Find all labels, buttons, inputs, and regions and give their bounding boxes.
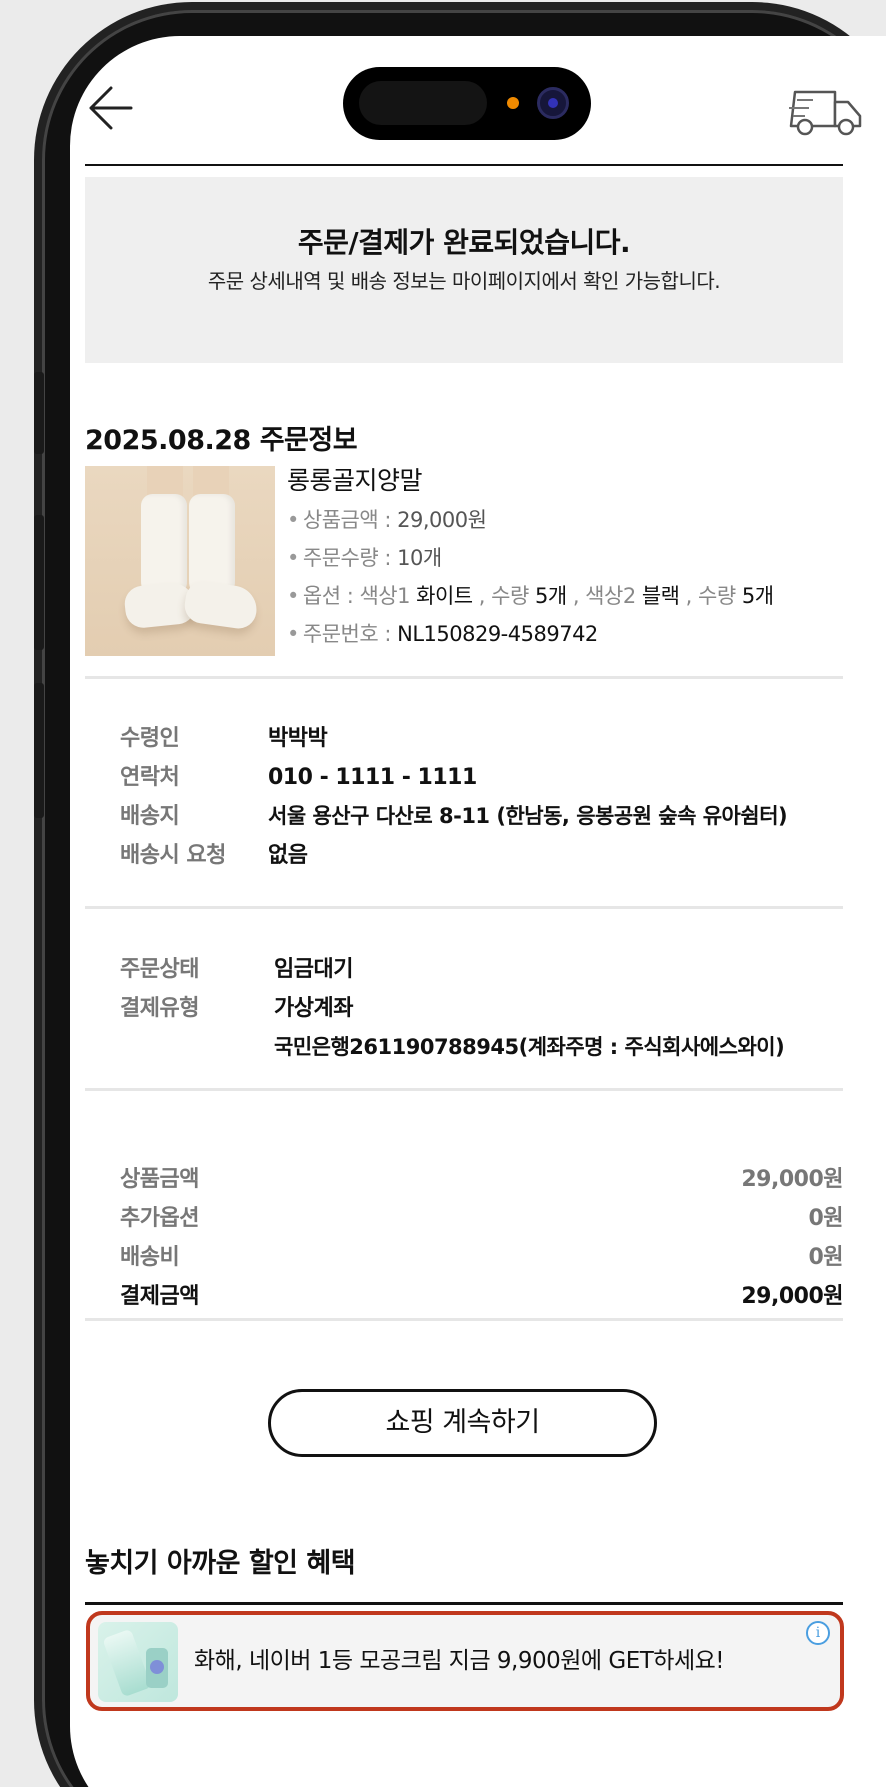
notice-title: 주문/결제가 완료되었습니다.	[297, 226, 631, 259]
order-number-line: • 주문번호 : NL150829-4589742	[287, 622, 598, 646]
phone-side-button-silent	[34, 372, 44, 454]
divider	[85, 676, 843, 679]
ad-product-thumbnail	[98, 1622, 178, 1702]
divider	[85, 1318, 843, 1321]
delivery-truck-icon	[789, 90, 862, 136]
benefit-section-title: 놓치기 아까운 할인 혜택	[85, 1548, 356, 1579]
product-image	[85, 466, 275, 656]
ad-banner[interactable]: 화해, 네이버 1등 모공크림 지금 9,900원에 GET하세요! i	[86, 1611, 844, 1711]
delivery-request-row: 배송시 요청 없음	[120, 843, 308, 868]
payment-type-row: 결제유형 가상계좌	[120, 996, 353, 1021]
back-arrow-icon	[89, 86, 133, 130]
order-number-value: NL150829-4589742	[397, 622, 598, 646]
divider	[85, 906, 843, 909]
order-info-heading: 2025.08.28 주문정보	[85, 425, 358, 456]
bank-account-row: 국민은행261190788945(계좌주명 : 주식회사에스와이)	[120, 1028, 785, 1067]
back-button[interactable]	[85, 76, 155, 146]
order-quantity-value: 10개	[397, 546, 442, 570]
notice-subtitle: 주문 상세내역 및 배송 정보는 마이페이지에서 확인 가능합니다.	[207, 269, 721, 293]
ad-info-icon[interactable]: i	[806, 1621, 830, 1645]
phone-screen: 주문/결제가 완료되었습니다. 주문 상세내역 및 배송 정보는 마이페이지에서…	[70, 36, 886, 1787]
order-status-row: 주문상태 임금대기	[120, 957, 353, 982]
product-price-line: • 상품금액 : 29,000원	[287, 508, 487, 532]
top-bar	[85, 76, 865, 162]
delivery-truck-button[interactable]	[785, 76, 865, 146]
order-quantity-line: • 주문수량 : 10개	[287, 546, 442, 570]
recipient-address-row: 배송지 서울 용산구 다산로 8-11 (한남동, 응봉공원 숲속 유아쉼터)	[120, 804, 788, 829]
product-info: 롱롱골지양말 • 상품금액 : 29,000원 • 주문수량 : 10개 • 옵션 :…	[287, 461, 847, 653]
recipient-name-row: 수령인 박박박	[120, 726, 328, 751]
total-amount: 29,000원	[741, 1284, 843, 1309]
recipient-info: 수령인 박박박 연락처 010 - 1111 - 1111 배송지 서울 용산구…	[120, 719, 788, 875]
bank-account-value: 국민은행261190788945(계좌주명 : 주식회사에스와이)	[274, 1035, 785, 1059]
product-price-value: 29,000원	[397, 508, 487, 532]
summary-total-row: 결제금액 29,000원	[120, 1277, 843, 1316]
recipient-phone-row: 연락처 010 - 1111 - 1111	[120, 765, 477, 790]
phone-side-button-volume-up	[34, 515, 44, 650]
benefit-divider	[85, 1602, 843, 1605]
phone-side-button-volume-down	[34, 683, 44, 818]
ad-text: 화해, 네이버 1등 모공크림 지금 9,900원에 GET하세요!	[194, 1648, 725, 1674]
product-option-line: • 옵션 : 색상1 화이트 , 수량 5개 , 색상2 블랙 , 수량 5개	[287, 584, 774, 608]
divider	[85, 1088, 843, 1091]
payment-summary: 상품금액 29,000원 추가옵션 0원 배송비 0원 결제금액 29,000원	[120, 1160, 843, 1316]
payment-info: 주문상태 임금대기 결제유형 가상계좌 국민은행261190788945(계좌주…	[120, 950, 785, 1067]
order-complete-notice: 주문/결제가 완료되었습니다. 주문 상세내역 및 배송 정보는 마이페이지에서…	[85, 177, 843, 363]
header-divider	[85, 164, 843, 166]
summary-product-row: 상품금액 29,000원	[120, 1167, 843, 1192]
continue-shopping-button[interactable]: 쇼핑 계속하기	[268, 1389, 657, 1457]
summary-option-row: 추가옵션 0원	[120, 1206, 843, 1231]
summary-shipping-row: 배송비 0원	[120, 1245, 843, 1270]
product-name: 롱롱골지양말	[287, 466, 423, 495]
